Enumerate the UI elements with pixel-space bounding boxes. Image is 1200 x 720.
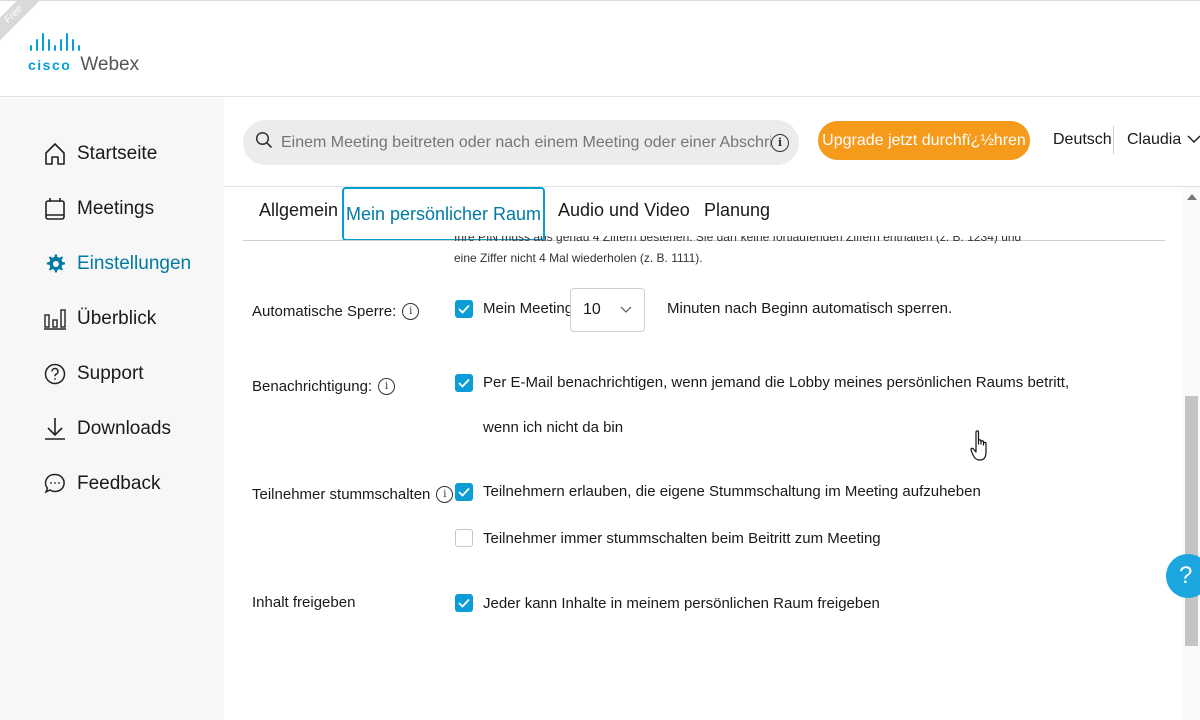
top-header: Free cisco Webex <box>0 0 1200 97</box>
chevron-down-icon <box>620 301 632 319</box>
pin-hint-line-2: eine Ziffer nicht 4 Mal wiederholen (z. … <box>454 251 703 265</box>
tab-mein-persoenlicher-raum[interactable]: Mein persönlicher Raum <box>342 187 545 241</box>
sidebar-item-label: Support <box>77 363 144 384</box>
share-label-text: Inhalt freigeben <box>252 594 356 611</box>
header-divider <box>1113 126 1114 154</box>
user-name: Claudia <box>1127 131 1182 148</box>
auto-lock-checkbox[interactable] <box>455 300 473 318</box>
hand-cursor-icon <box>970 430 990 469</box>
upgrade-button[interactable]: Upgrade jetzt durchfï¿½hren <box>818 121 1030 160</box>
minutes-select-value: 10 <box>583 301 601 318</box>
minutes-select[interactable]: 10 <box>570 288 645 332</box>
search-input[interactable] <box>281 133 771 152</box>
chevron-down-icon <box>1187 131 1200 149</box>
help-button[interactable]: ? <box>1166 554 1200 598</box>
chat-bubble-icon <box>44 472 66 496</box>
mute-option-1-checkbox[interactable] <box>455 483 473 501</box>
sidebar-item-einstellungen[interactable]: Einstellungen <box>44 249 191 279</box>
scroll-up-arrow-icon[interactable] <box>1187 194 1197 200</box>
bar-chart-icon <box>44 307 66 331</box>
gear-icon <box>44 252 66 276</box>
sidebar-item-downloads[interactable]: Downloads <box>44 414 171 444</box>
sidebar-item-label: Downloads <box>77 418 171 439</box>
mute-option-2-label: Teilnehmer immer stummschalten beim Beit… <box>483 530 881 547</box>
download-icon <box>44 417 66 441</box>
sidebar-item-label: Überblick <box>77 308 157 329</box>
cisco-bars-icon <box>30 31 139 51</box>
search-icon <box>255 131 273 154</box>
notification-label: Benachrichtigung: i <box>252 378 396 395</box>
notification-label-text: Benachrichtigung: <box>252 378 373 395</box>
auto-lock-label-text: Automatische Sperre: <box>252 303 397 320</box>
tab-audio-und-video[interactable]: Audio und Video <box>558 200 690 221</box>
sidebar-item-support[interactable]: Support <box>44 359 144 389</box>
mute-label: Teilnehmer stummschalten i <box>252 486 454 503</box>
cisco-webex-logo[interactable]: cisco Webex <box>28 31 139 76</box>
sidebar-item-label: Feedback <box>77 473 161 494</box>
mute-label-text: Teilnehmer stummschalten <box>252 486 431 503</box>
auto-lock-suffix: Minuten nach Beginn automatisch sperren. <box>667 300 953 317</box>
share-label: Inhalt freigeben <box>252 594 355 611</box>
sidebar-item-label: Einstellungen <box>77 253 192 274</box>
info-icon[interactable]: i <box>378 378 396 395</box>
mute-option-1-label: Teilnehmern erlauben, die eigene Stummsc… <box>483 483 981 500</box>
sidebar-item-ueberblick[interactable]: Überblick <box>44 304 156 334</box>
sidebar-item-label: Startseite <box>77 143 158 164</box>
auto-lock-label: Automatische Sperre: i <box>252 303 420 320</box>
tab-planung[interactable]: Planung <box>704 200 770 221</box>
tab-allgemein[interactable]: Allgemein <box>259 200 338 221</box>
sidebar: Startseite Meetings Einstellungen Überbl… <box>0 98 224 720</box>
search-info-icon[interactable]: i <box>771 133 789 152</box>
search-bar[interactable]: i <box>243 120 799 165</box>
notification-text-line-2: wenn ich nicht da bin <box>483 419 624 436</box>
info-icon[interactable]: i <box>402 303 420 320</box>
mute-option-2-checkbox[interactable] <box>455 529 473 547</box>
notification-checkbox[interactable] <box>455 374 473 392</box>
scrollbar-thumb[interactable] <box>1185 396 1198 646</box>
share-checkbox[interactable] <box>455 594 473 612</box>
calendar-icon <box>44 197 66 221</box>
auto-lock-checkbox-label: Mein Meeting <box>483 300 574 317</box>
notification-text-line-1: Per E-Mail benachrichtigen, wenn jemand … <box>483 374 1070 391</box>
webex-wordmark: Webex <box>80 54 140 75</box>
sidebar-item-feedback[interactable]: Feedback <box>44 469 160 499</box>
share-option-label: Jeder kann Inhalte in meinem persönliche… <box>483 595 880 612</box>
sidebar-item-label: Meetings <box>77 198 155 219</box>
info-icon[interactable]: i <box>436 486 454 503</box>
sidebar-item-startseite[interactable]: Startseite <box>44 139 157 169</box>
cisco-wordmark: cisco <box>28 57 72 73</box>
user-menu[interactable]: Claudia <box>1127 131 1200 149</box>
sidebar-item-meetings[interactable]: Meetings <box>44 194 154 224</box>
home-icon <box>44 142 66 166</box>
help-question-icon: ? <box>1179 562 1193 589</box>
language-selector[interactable]: Deutsch <box>1053 131 1112 149</box>
question-circle-icon <box>44 362 66 386</box>
